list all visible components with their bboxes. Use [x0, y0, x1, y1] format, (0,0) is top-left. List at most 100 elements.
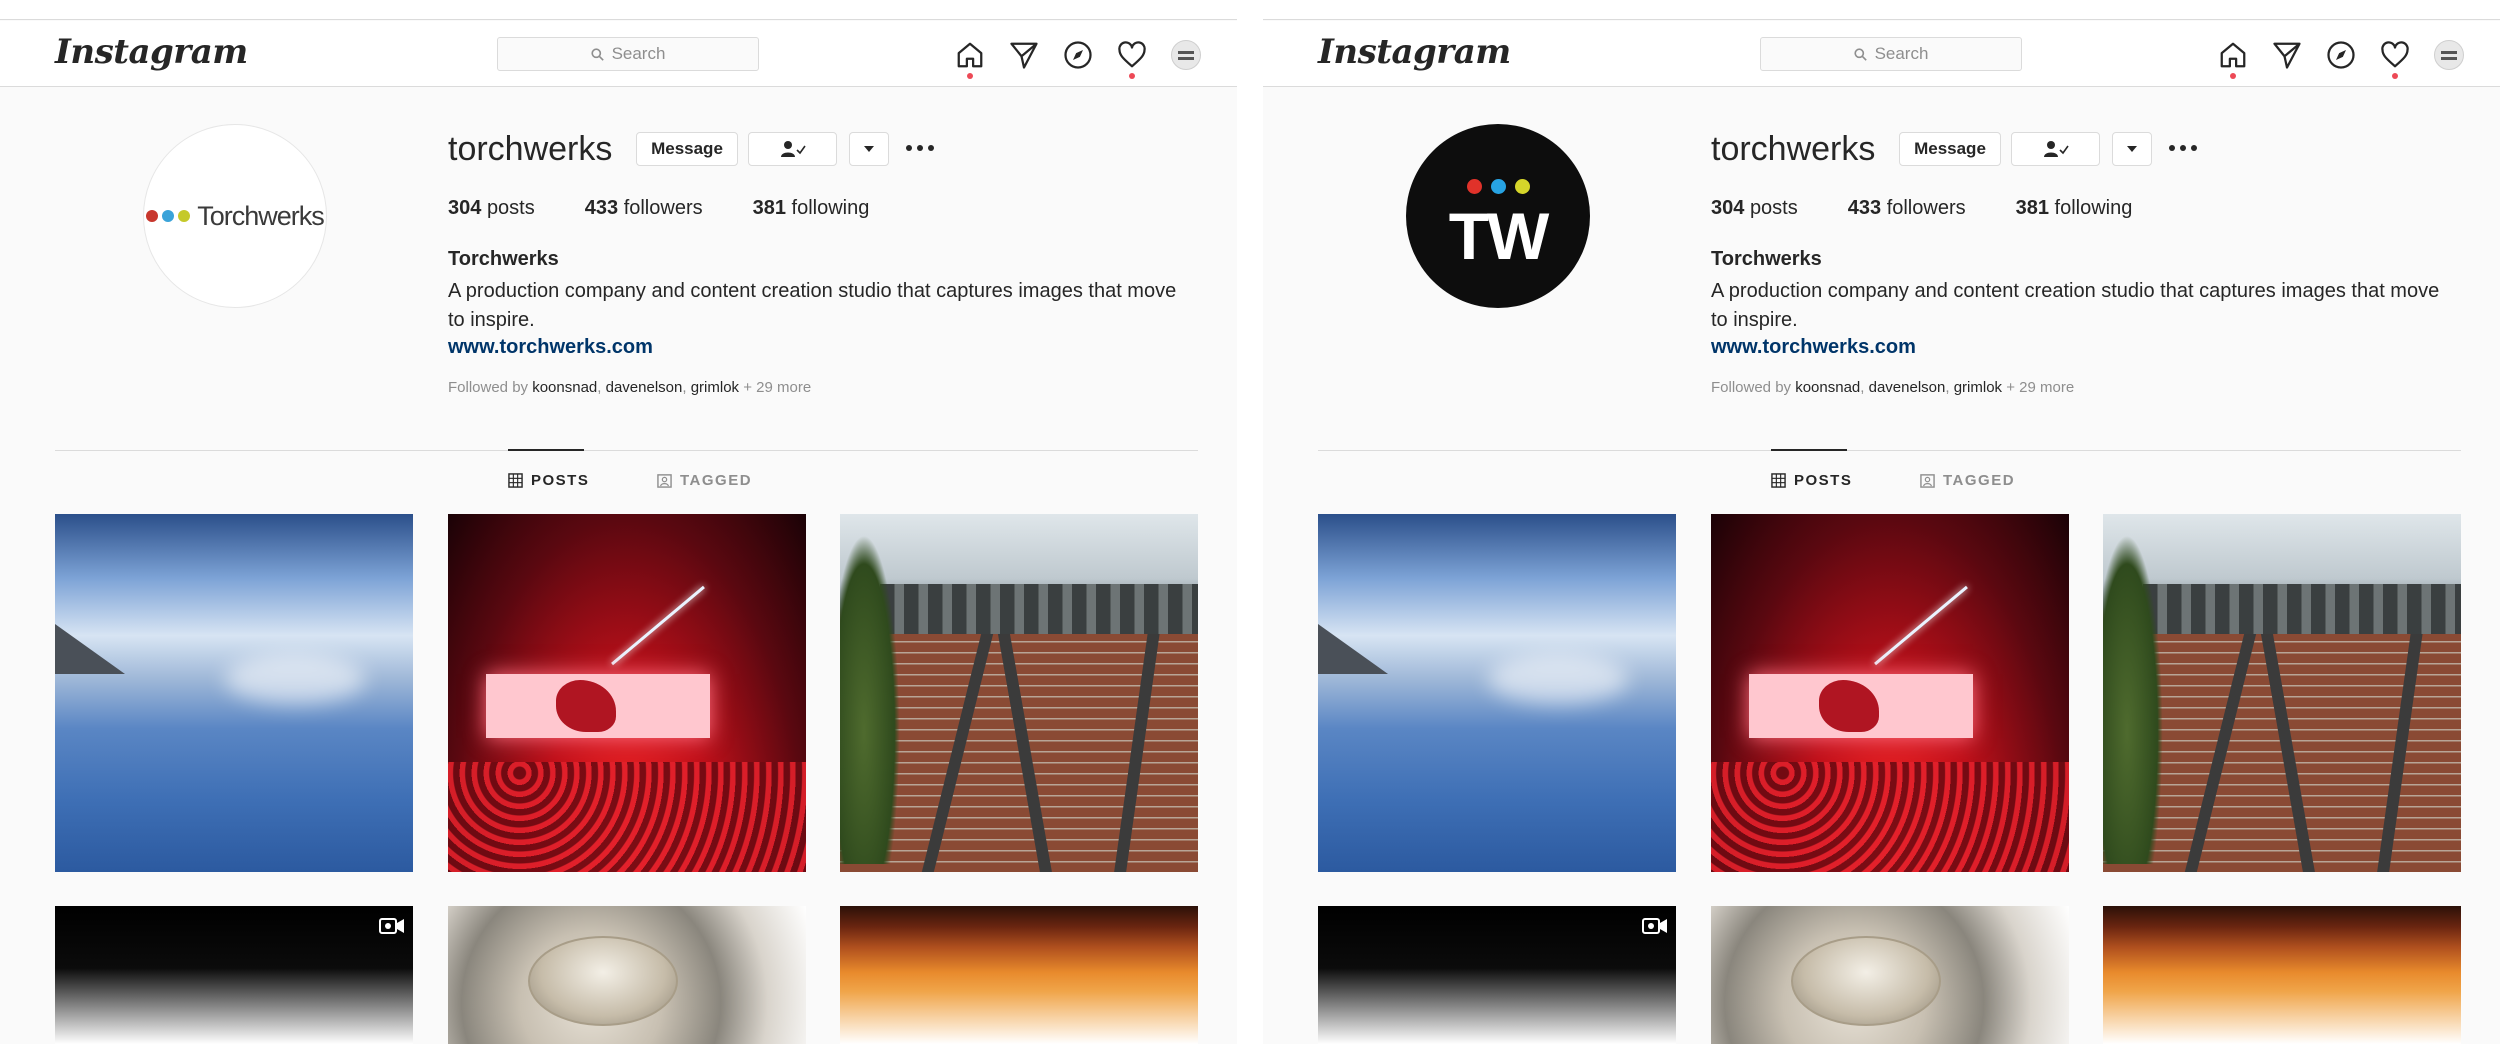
search-input[interactable]: Search [497, 37, 759, 71]
profile-stats: 304 posts 433 followers 381 following [448, 197, 869, 220]
home-icon [957, 42, 983, 68]
follower-name: koonsnad [532, 379, 598, 396]
tab-tagged[interactable]: TAGGED [1920, 472, 2015, 489]
video-camera-icon [1642, 918, 1667, 934]
profile-avatar[interactable]: Torchwerks [143, 124, 327, 308]
profile-full-name: Torchwerks [1711, 248, 1822, 270]
brand-dot-red [146, 210, 159, 222]
brand-dot-yellow [1514, 179, 1530, 194]
following-button[interactable] [748, 132, 837, 166]
tabs-divider [1318, 450, 2461, 451]
home-button[interactable] [954, 39, 986, 79]
follower-name: grimlok [690, 379, 740, 396]
profile-avatar[interactable]: TW [1406, 124, 1590, 308]
explore-button[interactable] [2325, 39, 2357, 71]
post-video-dark[interactable] [1318, 906, 1676, 1044]
avatar-mark [1178, 51, 1194, 54]
post-sky-above-clouds[interactable] [1318, 514, 1676, 872]
rooftop-people [880, 584, 1198, 634]
direct-messages-button[interactable] [2271, 39, 2303, 71]
post-concert-stage[interactable] [1711, 514, 2069, 872]
follower-name: koonsnad [1795, 379, 1861, 396]
notification-dot [2392, 73, 2398, 79]
explore-button[interactable] [1062, 39, 1094, 71]
follower-name: grimlok [1953, 379, 2003, 396]
followed-by-text[interactable]: Followed by koonsnad, davenelson, grimlo… [448, 379, 811, 396]
suggestions-dropdown-button[interactable] [849, 132, 889, 166]
post-bottle-cap[interactable] [448, 906, 806, 1044]
more-options-button[interactable] [2169, 145, 2197, 151]
browser-top-strip [1263, 0, 2500, 20]
compass-icon [2327, 41, 2355, 69]
profile-website-link[interactable]: www.torchwerks.com [1711, 336, 1916, 359]
heart-icon [1118, 41, 1146, 68]
paper-plane-icon [2273, 42, 2301, 69]
post-rooftop-crowd[interactable] [2103, 514, 2461, 872]
profile-website-link[interactable]: www.torchwerks.com [448, 336, 653, 359]
grid-icon [1771, 473, 1786, 488]
following-link[interactable]: 381 following [2016, 197, 2133, 220]
avatar-mark [2441, 57, 2457, 60]
avatar-mark [2441, 51, 2457, 54]
brand-dot-blue [1490, 179, 1506, 194]
crowd [448, 762, 806, 872]
instagram-logo[interactable]: Instagram [55, 32, 248, 72]
tree [2103, 534, 2163, 864]
profile-panel-right: Instagram Search TW torchwerks Message 3… [1263, 0, 2500, 1044]
tab-posts[interactable]: POSTS [508, 472, 589, 489]
following-button[interactable] [2011, 132, 2100, 166]
posts-count: 304 posts [448, 197, 535, 219]
avatar-mark [1178, 57, 1194, 60]
tab-tagged-label: TAGGED [1943, 472, 2016, 489]
crowd [1711, 762, 2069, 872]
following-link[interactable]: 381 following [753, 197, 870, 220]
tab-posts-label: POSTS [531, 472, 590, 489]
avatar-monogram: TW [1448, 199, 1550, 273]
search-icon [590, 47, 604, 61]
more-options-button[interactable] [906, 145, 934, 151]
post-rooftop-crowd[interactable] [840, 514, 1198, 872]
message-button[interactable]: Message [1899, 132, 2001, 166]
active-tab-indicator [508, 449, 584, 451]
message-button[interactable]: Message [636, 132, 738, 166]
post-video-dark[interactable] [55, 906, 413, 1044]
active-tab-indicator [1771, 449, 1847, 451]
grid-icon [508, 473, 523, 488]
user-check-icon [2043, 141, 2069, 157]
more-dot [2180, 145, 2186, 151]
post-bottle-cap[interactable] [1711, 906, 2069, 1044]
profile-avatar-button[interactable] [2434, 40, 2464, 70]
post-orange-texture[interactable] [840, 906, 1198, 1044]
tab-posts[interactable]: POSTS [1771, 472, 1852, 489]
caret-down-icon [864, 146, 874, 152]
followed-by-text[interactable]: Followed by koonsnad, davenelson, grimlo… [1711, 379, 2074, 396]
direct-messages-button[interactable] [1008, 39, 1040, 71]
followers-link[interactable]: 433 followers [1848, 197, 1966, 220]
rooftop-people [2143, 584, 2461, 634]
profile-username: torchwerks [448, 130, 613, 168]
instagram-logo[interactable]: Instagram [1318, 32, 1511, 72]
search-input[interactable]: Search [1760, 37, 2022, 71]
post-concert-stage[interactable] [448, 514, 806, 872]
followers-link[interactable]: 433 followers [585, 197, 703, 220]
tab-tagged[interactable]: TAGGED [657, 472, 752, 489]
search-icon [1853, 47, 1867, 61]
search-placeholder: Search [611, 44, 666, 63]
brand-dot-red [1466, 179, 1482, 194]
tab-tagged-label: TAGGED [680, 472, 753, 489]
profile-panel-left: Instagram Search Torchwerks torchwerks M… [0, 0, 1237, 1044]
home-button[interactable] [2217, 39, 2249, 79]
follower-name: davenelson [605, 379, 683, 396]
video-camera-icon [379, 918, 404, 934]
sun-glow [225, 654, 365, 704]
activity-button[interactable] [2379, 39, 2411, 79]
post-orange-texture[interactable] [2103, 906, 2461, 1044]
profile-avatar-button[interactable] [1171, 40, 1201, 70]
brand-dot-yellow [178, 210, 191, 222]
user-check-icon [780, 141, 806, 157]
post-sky-above-clouds[interactable] [55, 514, 413, 872]
screen-graphic [556, 680, 616, 732]
suggestions-dropdown-button[interactable] [2112, 132, 2152, 166]
tabs-divider [55, 450, 1198, 451]
activity-button[interactable] [1116, 39, 1148, 79]
